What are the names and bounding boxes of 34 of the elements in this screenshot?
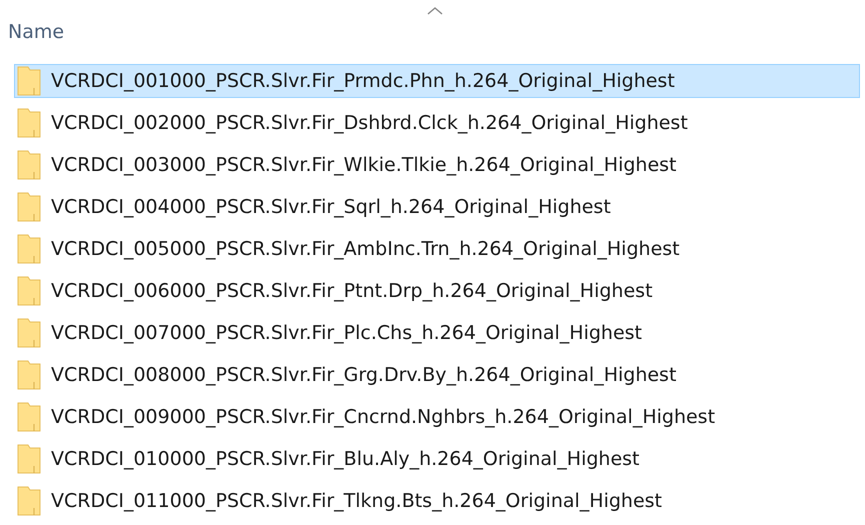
folder-name: VCRDCI_006000_PSCR.Slvr.Fir_Ptnt.Drp_h.264_Original_Highest <box>51 278 653 304</box>
folder-name: VCRDCI_004000_PSCR.Slvr.Fir_Sqrl_h.264_Original_Highest <box>51 194 611 220</box>
folder-icon <box>17 318 41 348</box>
folder-row[interactable]: VCRDCI_004000_PSCR.Slvr.Fir_Sqrl_h.264_Original_Highest <box>14 190 860 224</box>
folder-name: VCRDCI_001000_PSCR.Slvr.Fir_Prmdc.Phn_h.264_Original_Highest <box>51 68 675 94</box>
folder-icon <box>17 486 41 516</box>
folder-icon <box>17 360 41 390</box>
name-column-header[interactable]: Name <box>8 18 64 46</box>
folder-name: VCRDCI_005000_PSCR.Slvr.Fir_AmbInc.Trn_h.264_Original_Highest <box>51 236 680 262</box>
folder-icon <box>17 402 41 432</box>
folder-icon <box>17 66 41 96</box>
folder-name: VCRDCI_011000_PSCR.Slvr.Fir_Tlkng.Bts_h.264_Original_Highest <box>51 488 662 514</box>
folder-row[interactable]: VCRDCI_003000_PSCR.Slvr.Fir_Wlkie.Tlkie_h.264_Original_Highest <box>14 148 860 182</box>
folder-icon <box>17 108 41 138</box>
folder-row[interactable]: VCRDCI_001000_PSCR.Slvr.Fir_Prmdc.Phn_h.264_Original_Highest <box>14 64 860 98</box>
folder-row[interactable]: VCRDCI_010000_PSCR.Slvr.Fir_Blu.Aly_h.264_Original_Highest <box>14 442 860 476</box>
folder-name: VCRDCI_009000_PSCR.Slvr.Fir_Cncrnd.Nghbrs_h.264_Original_Highest <box>51 404 716 430</box>
folder-name: VCRDCI_008000_PSCR.Slvr.Fir_Grg.Drv.By_h.264_Original_Highest <box>51 362 676 388</box>
folder-row[interactable]: VCRDCI_007000_PSCR.Slvr.Fir_Plc.Chs_h.264_Original_Highest <box>14 316 860 350</box>
folder-name: VCRDCI_002000_PSCR.Slvr.Fir_Dshbrd.Clck_h.264_Original_Highest <box>51 110 688 136</box>
folder-name: VCRDCI_003000_PSCR.Slvr.Fir_Wlkie.Tlkie_h.264_Original_Highest <box>51 152 677 178</box>
folder-row[interactable]: VCRDCI_002000_PSCR.Slvr.Fir_Dshbrd.Clck_h.264_Original_Highest <box>14 106 860 140</box>
folder-name: VCRDCI_007000_PSCR.Slvr.Fir_Plc.Chs_h.264_Original_Highest <box>51 320 642 346</box>
folder-icon <box>17 276 41 306</box>
folder-icon <box>17 192 41 222</box>
folder-icon <box>17 150 41 180</box>
folder-row[interactable]: VCRDCI_005000_PSCR.Slvr.Fir_AmbInc.Trn_h.264_Original_Highest <box>14 232 860 266</box>
folder-row[interactable]: VCRDCI_011000_PSCR.Slvr.Fir_Tlkng.Bts_h.264_Original_Highest <box>14 484 860 518</box>
folder-row[interactable]: VCRDCI_006000_PSCR.Slvr.Fir_Ptnt.Drp_h.264_Original_Highest <box>14 274 860 308</box>
folder-row[interactable]: VCRDCI_009000_PSCR.Slvr.Fir_Cncrnd.Nghbrs_h.264_Original_Highest <box>14 400 860 434</box>
folder-icon <box>17 234 41 264</box>
folder-icon <box>17 444 41 474</box>
folder-name: VCRDCI_010000_PSCR.Slvr.Fir_Blu.Aly_h.264_Original_Highest <box>51 446 640 472</box>
folder-row[interactable]: VCRDCI_008000_PSCR.Slvr.Fir_Grg.Drv.By_h.264_Original_Highest <box>14 358 860 392</box>
